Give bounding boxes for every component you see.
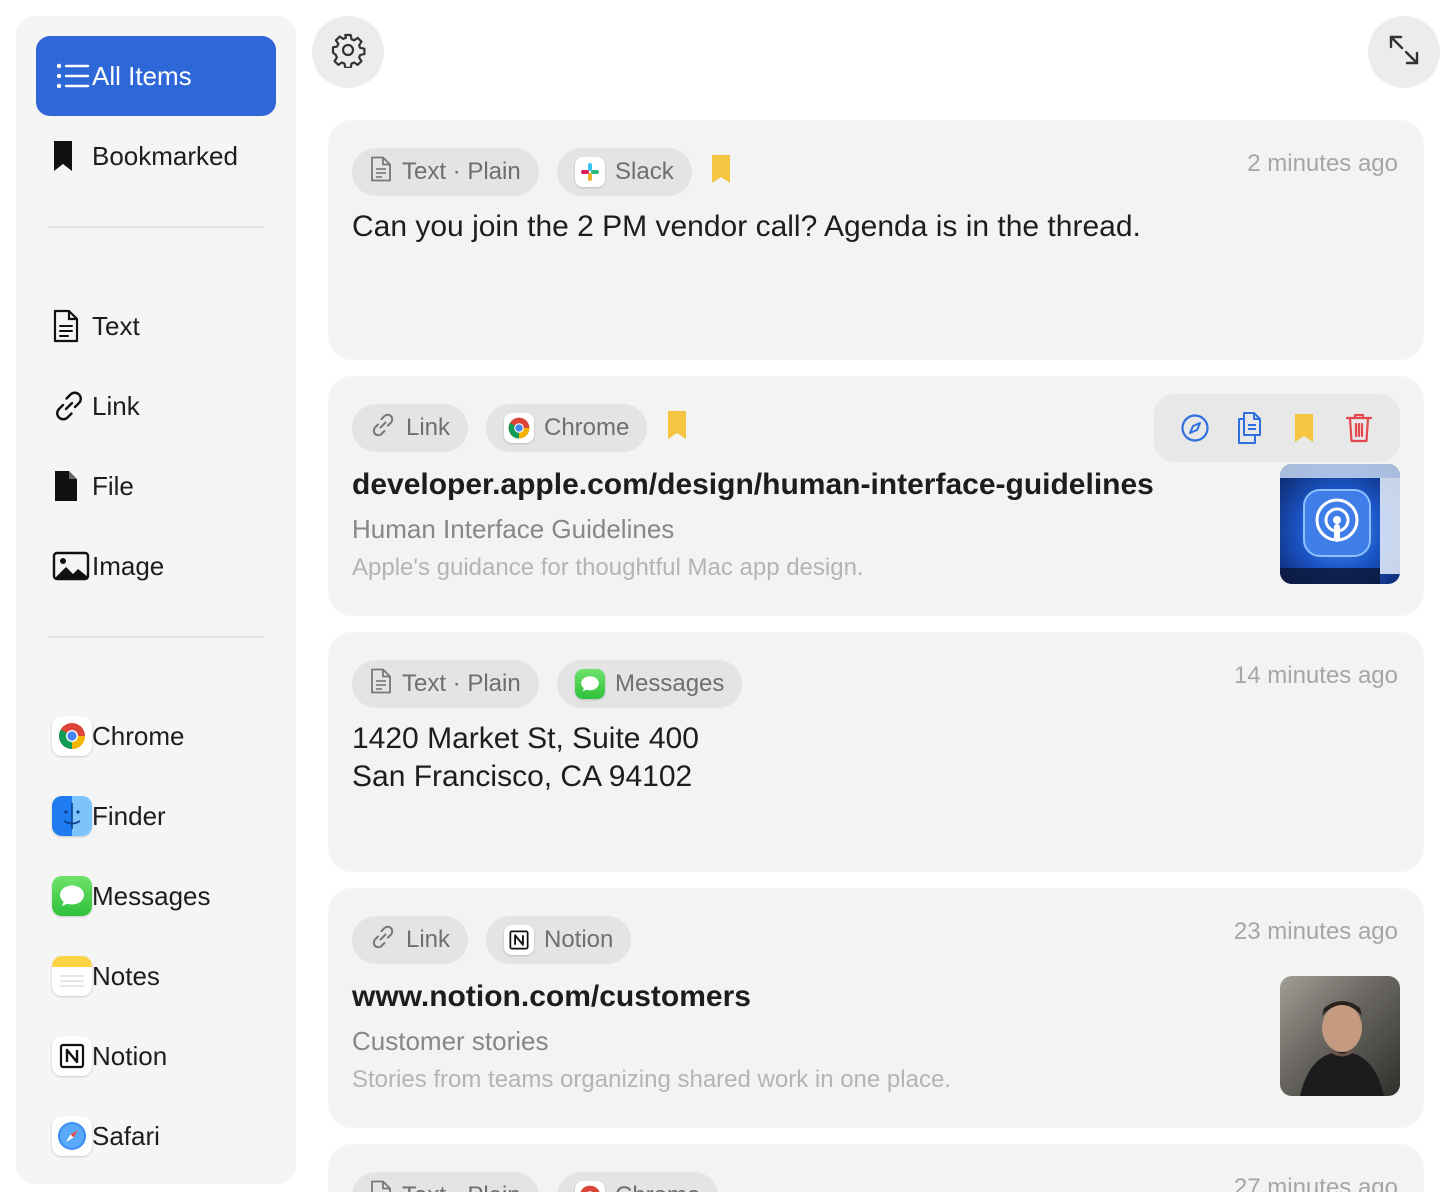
item-text-line: 1420 Market St, Suite 400 (352, 722, 699, 755)
sidebar-item-image[interactable]: Image (36, 526, 276, 606)
notes-icon (52, 956, 92, 996)
link-preview-thumbnail (1280, 976, 1400, 1096)
sidebar-item-link[interactable]: Link (36, 366, 276, 446)
messages-icon (52, 876, 92, 916)
timestamp: 23 minutes ago (1233, 918, 1398, 945)
item-title: Human Interface Guidelines (352, 514, 675, 544)
kind-tag: Text · Plain (352, 148, 539, 196)
item-title: Customer stories (352, 1026, 549, 1056)
item-description: Stories from teams organizing shared wor… (352, 1066, 951, 1093)
sidebar-item-label: All Items (92, 60, 192, 91)
finder-icon (52, 796, 92, 836)
sidebar-item-safari[interactable]: Safari (36, 1096, 276, 1176)
source-app-tag: Messages (557, 660, 743, 708)
slack-icon (575, 157, 605, 187)
clipboard-item[interactable]: Link Chrome developer.apple.com/design/h… (328, 376, 1424, 616)
sidebar-item-label: Messages (92, 880, 211, 911)
item-url[interactable]: www.notion.com/customers (352, 980, 751, 1014)
sidebar-item-label: File (92, 470, 134, 501)
chrome-icon (575, 1181, 605, 1192)
source-app-tag: Notion (486, 916, 632, 964)
file-icon (36, 469, 92, 503)
chrome-icon (504, 413, 534, 443)
timestamp: 27 minutes ago (1233, 1174, 1398, 1192)
clipboard-item[interactable]: Text · Plain Slack 2 minutes ago Can you… (328, 120, 1424, 360)
sidebar-item-messages[interactable]: Messages (36, 856, 276, 936)
item-action-bar (1154, 394, 1400, 462)
copy-icon[interactable] (1230, 408, 1270, 448)
sidebar-item-finder[interactable]: Finder (36, 776, 276, 856)
sidebar-item-label: Chrome (92, 720, 185, 751)
source-app-tag: Slack (557, 148, 692, 196)
sidebar-item-label: Image (92, 550, 165, 581)
notion-icon (52, 1036, 92, 1076)
kind-tag: Link (352, 404, 469, 452)
document-icon (370, 668, 392, 701)
clipboard-item[interactable]: Text · Plain Chrome 27 minutes ago (328, 1144, 1424, 1192)
item-description: Apple's guidance for thoughtful Mac app … (352, 554, 864, 581)
sidebar: All Items Bookmarked Text Link File Imag… (16, 16, 296, 1184)
link-icon (370, 924, 396, 957)
sidebar-divider (48, 226, 264, 228)
document-icon (36, 309, 92, 343)
sidebar-item-label: Link (92, 390, 140, 421)
source-app-tag: Chrome (486, 404, 648, 452)
item-text: Can you join the 2 PM vendor call? Agend… (352, 210, 1141, 243)
sidebar-item-label: Finder (92, 800, 166, 831)
sidebar-item-notion[interactable]: Notion (36, 1016, 276, 1096)
sidebar-item-notes[interactable]: Notes (36, 936, 276, 1016)
item-text-line: San Francisco, CA 94102 (352, 760, 693, 793)
sidebar-divider (48, 636, 264, 638)
list-icon (36, 63, 92, 89)
bookmark-icon[interactable] (667, 410, 687, 445)
messages-icon (575, 669, 605, 699)
expand-button[interactable] (1368, 16, 1440, 88)
gear-icon (330, 32, 366, 73)
clipboard-item[interactable]: Text · Plain Messages 14 minutes ago 142… (328, 632, 1424, 872)
chrome-icon (52, 716, 92, 756)
sidebar-item-label: Text (92, 310, 140, 341)
expand-icon (1387, 33, 1421, 72)
kind-tag: Text · Plain (352, 1172, 539, 1192)
bookmark-icon[interactable] (1284, 408, 1324, 448)
sidebar-item-bookmarked[interactable]: Bookmarked (36, 116, 276, 196)
bookmark-icon (36, 139, 92, 173)
link-icon (370, 412, 396, 445)
notion-icon (504, 925, 534, 955)
open-in-browser-icon[interactable] (1175, 408, 1215, 448)
document-icon (370, 156, 392, 189)
item-url[interactable]: developer.apple.com/design/human-interfa… (352, 468, 1154, 502)
link-preview-thumbnail (1280, 464, 1400, 584)
sidebar-item-label: Safari (92, 1120, 160, 1151)
sidebar-item-file[interactable]: File (36, 446, 276, 526)
sidebar-item-label: Notes (92, 960, 160, 991)
clipboard-item[interactable]: Link Notion 23 minutes ago www.notion.co… (328, 888, 1424, 1128)
source-app-tag: Chrome (557, 1172, 719, 1192)
link-icon (36, 389, 92, 423)
timestamp: 2 minutes ago (1247, 150, 1398, 177)
bookmark-icon[interactable] (711, 154, 731, 189)
sidebar-item-text[interactable]: Text (36, 286, 276, 366)
sidebar-item-all-items[interactable]: All Items (36, 36, 276, 116)
trash-icon[interactable] (1339, 408, 1379, 448)
sidebar-item-chrome[interactable]: Chrome (36, 696, 276, 776)
image-icon (36, 551, 92, 581)
timestamp: 14 minutes ago (1233, 662, 1398, 689)
sidebar-item-label: Bookmarked (92, 140, 238, 171)
settings-button[interactable] (312, 16, 384, 88)
document-icon (370, 1180, 392, 1192)
safari-icon (52, 1116, 92, 1156)
kind-tag: Link (352, 916, 469, 964)
kind-tag: Text · Plain (352, 660, 539, 708)
sidebar-item-label: Notion (92, 1040, 168, 1071)
